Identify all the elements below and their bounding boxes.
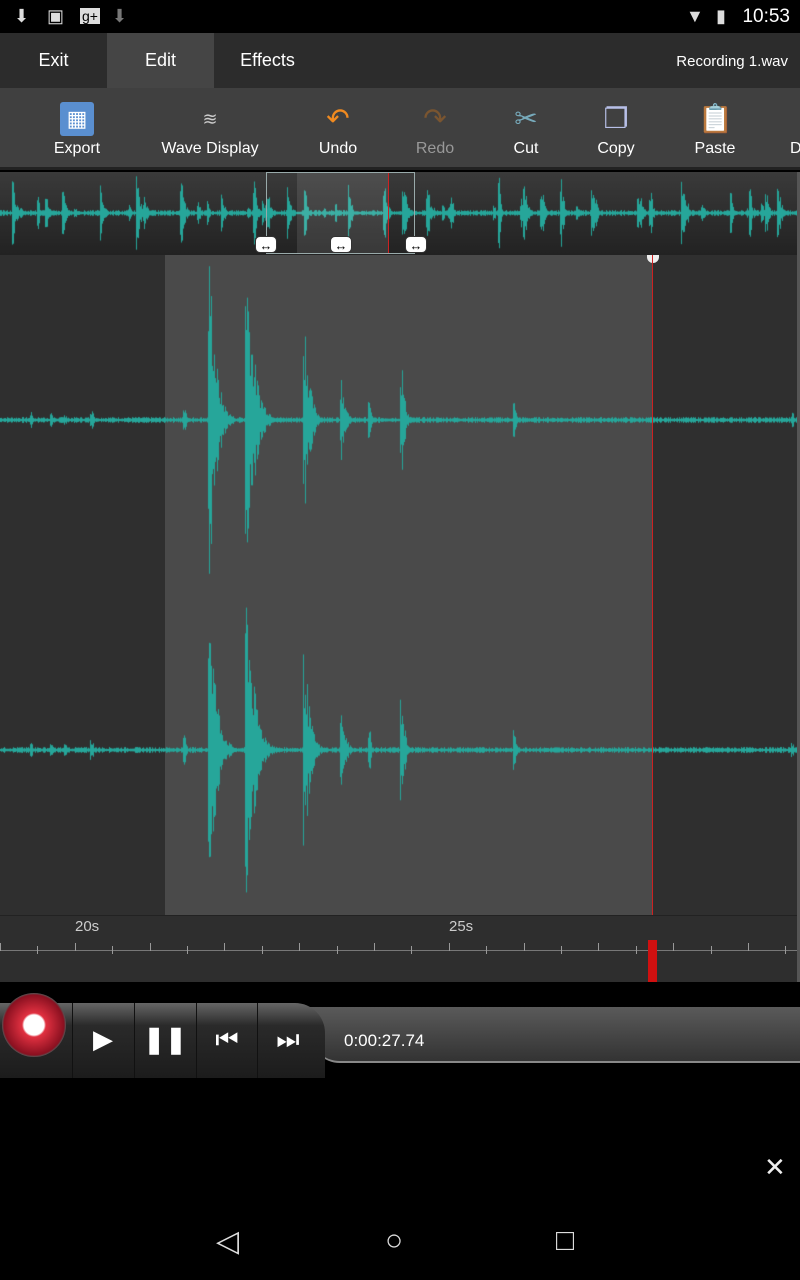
back-icon[interactable]: ◁ (216, 1224, 239, 1259)
redo-button[interactable]: ↷ Redo (395, 88, 475, 170)
ruler-tick (74, 943, 76, 951)
undo-button[interactable]: ↶ Undo (298, 88, 378, 170)
time-ruler[interactable]: 20s 25s (0, 915, 797, 982)
file-name: Recording 1.wav (676, 53, 788, 70)
wave-display-button[interactable]: ≋ Wave Display (150, 88, 270, 170)
status-bar: ⬇ ▣ g+ ⬇ ▼ ▮ 10:53 (0, 0, 800, 33)
paste-button[interactable]: 📋 Paste (675, 88, 755, 170)
tab-effects[interactable]: Effects (214, 33, 321, 88)
ruler-tick (149, 943, 151, 951)
label: Undo (318, 140, 358, 157)
ruler-tick (261, 946, 263, 954)
play-icon: ▶ (93, 1024, 113, 1054)
ruler-tick (598, 943, 600, 951)
ruler-tick (224, 943, 226, 951)
label: D (790, 140, 800, 157)
label: Redo (415, 140, 455, 157)
ruler-tick (561, 946, 562, 954)
ruler-tick (374, 943, 375, 951)
home-icon[interactable]: ○ (385, 1224, 403, 1258)
pause-button[interactable]: ❚❚ (134, 1003, 195, 1078)
skip-end-button[interactable]: ⏭ (257, 1003, 318, 1078)
image-icon: ▣ (47, 6, 65, 26)
label: Wave Display (161, 140, 259, 157)
ruler-tick (673, 943, 675, 951)
label: Copy (597, 140, 635, 157)
wave-display-icon: ≋ (202, 109, 218, 129)
skip-start-icon: ⏮ (215, 1024, 239, 1054)
center-drag-handle[interactable]: ↔ (330, 236, 352, 253)
more-tool-button[interactable]: D (790, 88, 800, 170)
ruler-tick (523, 943, 525, 951)
close-icon: ✕ (764, 1152, 786, 1182)
ruler-tick (785, 946, 787, 954)
right-drag-handle[interactable]: ↔ (405, 236, 427, 253)
ruler-tick (448, 943, 450, 951)
playback-cursor[interactable] (652, 255, 653, 982)
pause-icon: ❚❚ (143, 1024, 187, 1054)
cut-button[interactable]: ✂ Cut (486, 88, 566, 170)
ruler-tick (411, 946, 413, 954)
paste-icon: 📋 (698, 103, 733, 134)
ruler-tick (37, 946, 39, 954)
label: Export (53, 140, 101, 157)
close-ad-button[interactable]: ✕ (764, 1152, 786, 1183)
label: Cut (513, 140, 539, 157)
ruler-tick (112, 946, 114, 954)
redo-icon: ↷ (423, 103, 447, 134)
skip-start-button[interactable]: ⏮ (196, 1003, 257, 1078)
battery-charging-icon: ▮ (716, 6, 726, 26)
playback-time: 0:00:27.74 (344, 1031, 425, 1050)
scissors-icon: ✂ (514, 103, 538, 134)
copy-button[interactable]: ❐ Copy (576, 88, 656, 170)
recents-icon[interactable]: □ (556, 1224, 574, 1258)
ruler-tick (187, 946, 188, 954)
waveform-canvas (0, 255, 797, 915)
toolbar: ▦ Export ≋ Wave Display ↶ Undo ↷ Redo ✂ Cut ❐… (0, 88, 800, 170)
ruler-tick (635, 946, 637, 954)
copy-icon: ❐ (603, 103, 629, 134)
ruler-tick (486, 946, 488, 954)
label: Paste (694, 140, 736, 157)
ruler-tick (748, 943, 749, 951)
ruler-label: 25s (449, 918, 474, 935)
ruler-line (0, 950, 797, 951)
tab-exit[interactable]: Exit (0, 33, 107, 88)
transport-bar: ▶ ❚❚ ⏮ ⏭ 0:00:27.74 (0, 985, 800, 1078)
download-icon: ⬇ (112, 6, 128, 26)
ruler-tick (336, 946, 338, 954)
export-icon: ▦ (60, 102, 94, 136)
google-plus-icon: g+ (80, 8, 100, 24)
wifi-icon: ▼ (686, 6, 704, 26)
record-button[interactable] (2, 993, 66, 1057)
navigation-bar: ◁ ○ □ (0, 1210, 800, 1280)
tab-bar: Exit Edit Effects Recording 1.wav (0, 33, 800, 88)
clock: 10:53 (742, 6, 790, 27)
undo-icon: ↶ (326, 103, 350, 134)
export-button[interactable]: ▦ Export (37, 88, 117, 170)
play-button[interactable]: ▶ (72, 1003, 133, 1078)
cursor-marker[interactable] (648, 940, 657, 982)
ruler-tick (299, 943, 301, 951)
left-drag-handle[interactable]: ↔ (255, 236, 277, 253)
skip-end-icon: ⏭ (276, 1024, 300, 1054)
download-icon: ⬇ (14, 6, 30, 26)
ruler-tick (710, 946, 712, 954)
ruler-tick (0, 943, 1, 951)
ruler-label: 20s (75, 918, 100, 935)
waveform-editor[interactable] (0, 255, 797, 915)
overview-waveform[interactable]: ↔ ↔ ↔ (0, 172, 797, 255)
tab-edit[interactable]: Edit (107, 33, 214, 88)
